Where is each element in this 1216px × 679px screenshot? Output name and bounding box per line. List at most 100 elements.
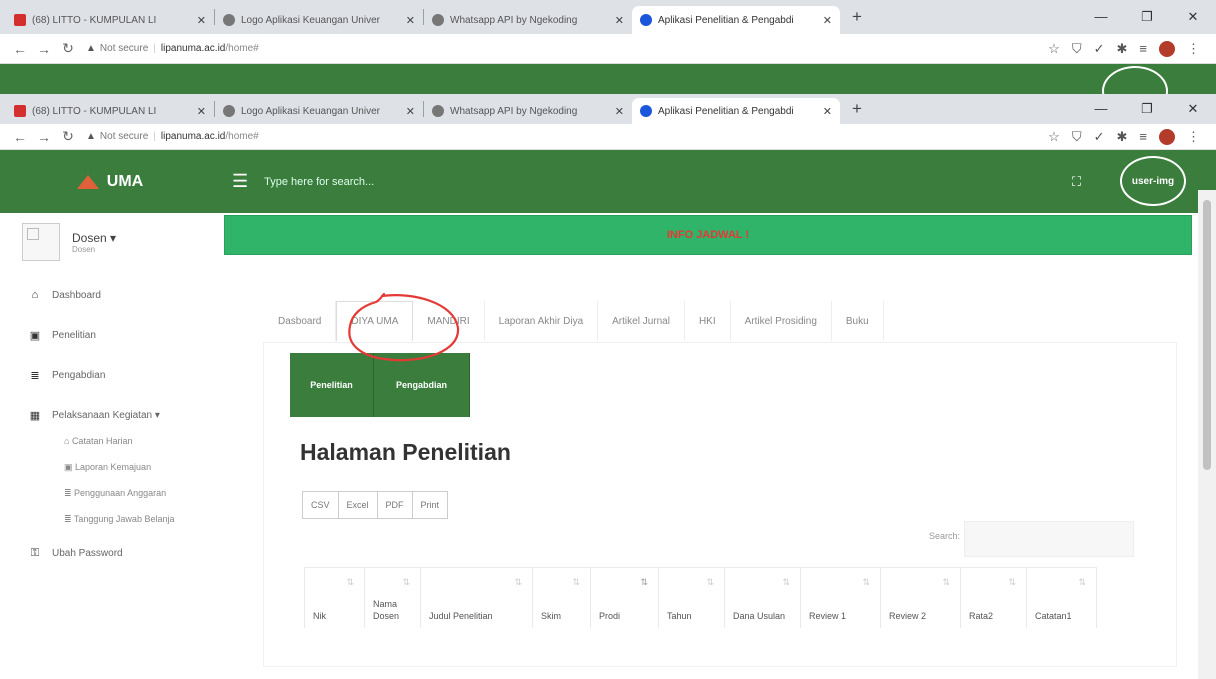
column-header[interactable]: ⇅ Prodi xyxy=(590,567,659,628)
close-window-icon[interactable]: ✕ xyxy=(1170,94,1216,124)
table-search-label: Search: xyxy=(928,531,960,541)
sidebar-item-penelitian[interactable]: ▣ Penelitian xyxy=(0,315,222,355)
new-tab-button[interactable]: + xyxy=(844,96,870,122)
close-window-icon[interactable]: ✕ xyxy=(1170,0,1216,34)
shield-icon[interactable]: ⛉ xyxy=(1072,129,1082,145)
url-field[interactable]: ▲ Not secure | lipanuma.ac.id/home# xyxy=(86,131,1048,142)
submenu-label: Laporan Kemajuan xyxy=(75,462,152,472)
penelitian-button[interactable]: Penelitian xyxy=(290,353,374,417)
fullscreen-icon[interactable]: ⛶ xyxy=(1072,174,1081,190)
menu-dots-icon[interactable]: ⋮ xyxy=(1187,129,1200,145)
sidebar-item-pelaksanaan[interactable]: ▦ Pelaksanaan Kegiatan ▾ xyxy=(0,395,222,435)
browser-tab-active[interactable]: Aplikasi Penelitian & Pengabdi ✕ xyxy=(632,98,840,124)
tab-artikel-jurnal[interactable]: Artikel Jurnal xyxy=(598,301,685,341)
user-block[interactable]: Dosen ▾ Dosen xyxy=(0,221,222,275)
browser-tab[interactable]: Whatsapp API by Ngekoding ✕ xyxy=(424,98,632,124)
back-icon[interactable]: ← xyxy=(8,129,32,145)
column-header[interactable]: ⇅ Nama Dosen xyxy=(364,567,421,628)
uma-logo-icon xyxy=(76,174,99,189)
puzzle-icon[interactable]: ✱ xyxy=(1117,41,1128,57)
browser-tab-active[interactable]: Aplikasi Penelitian & Pengabdi ✕ xyxy=(632,6,840,34)
column-header[interactable]: ⇅ Skim xyxy=(532,567,591,628)
pengabdian-button[interactable]: Pengabdian xyxy=(374,353,470,417)
extensions: ☆ ⛉ ✓ ✱ ≡ ⋮ xyxy=(1048,128,1200,145)
column-header[interactable]: ⇅ Judul Penelitian xyxy=(420,567,533,628)
shield-icon[interactable]: ⛉ xyxy=(1072,41,1082,57)
print-button[interactable]: Print xyxy=(413,492,448,518)
menu-dots-icon[interactable]: ⋮ xyxy=(1187,41,1200,57)
restore-icon[interactable]: ❐ xyxy=(1124,0,1170,34)
minimize-icon[interactable]: — xyxy=(1078,0,1124,34)
browser-tab-title: Logo Aplikasi Keuangan Univer xyxy=(241,14,380,26)
new-tab-button[interactable]: + xyxy=(844,4,870,30)
minimize-icon[interactable]: — xyxy=(1078,94,1124,124)
sidebar-item-dashboard[interactable]: ⌂ Dashboard xyxy=(0,275,222,315)
close-icon[interactable]: ✕ xyxy=(197,14,206,27)
column-header[interactable]: ⇅ Rata2 xyxy=(960,567,1027,628)
brand[interactable]: UMA xyxy=(0,173,220,191)
csv-button[interactable]: CSV xyxy=(303,492,339,518)
tab-dasboard[interactable]: Dasboard xyxy=(264,301,337,341)
check-icon[interactable]: ✓ xyxy=(1094,41,1105,57)
column-header[interactable]: ⇅ Tahun xyxy=(658,567,725,628)
column-header[interactable]: ⇅ Dana Usulan xyxy=(724,567,801,628)
tab-laporan-akhir[interactable]: Laporan Akhir Diya xyxy=(485,301,599,341)
browser-tab[interactable]: Logo Aplikasi Keuangan Univer ✕ xyxy=(215,98,423,124)
user-name[interactable]: Dosen ▾ xyxy=(72,231,116,245)
user-avatar[interactable]: user-img xyxy=(1120,156,1186,206)
submenu-item-catatan[interactable]: ⌂ Catatan Harian xyxy=(64,435,222,447)
excel-button[interactable]: Excel xyxy=(339,492,378,518)
tab-diya-uma[interactable]: DIYA UMA xyxy=(336,301,414,341)
forward-icon[interactable]: → xyxy=(32,129,56,145)
window-controls: — ❐ ✕ xyxy=(1078,0,1216,34)
close-icon[interactable]: ✕ xyxy=(197,105,206,118)
column-header[interactable]: ⇅ Catatan1 xyxy=(1026,567,1097,628)
scrollbar-thumb[interactable] xyxy=(1203,200,1211,470)
page-scrollbar[interactable] xyxy=(1198,190,1216,679)
playlist-icon[interactable]: ≡ xyxy=(1139,41,1147,56)
column-header[interactable]: ⇅ Review 2 xyxy=(880,567,961,628)
column-header[interactable]: ⇅ Nik xyxy=(304,567,365,628)
close-icon[interactable]: ✕ xyxy=(823,14,832,27)
profile-icon[interactable] xyxy=(1159,40,1175,57)
close-icon[interactable]: ✕ xyxy=(823,105,832,118)
star-icon[interactable]: ☆ xyxy=(1048,129,1060,145)
sidebar: Dosen ▾ Dosen ⌂ Dashboard ▣ Penelitian ≣… xyxy=(0,213,222,666)
playlist-icon[interactable]: ≡ xyxy=(1139,129,1147,144)
star-icon[interactable]: ☆ xyxy=(1048,41,1060,57)
browser-tab-title: (68) LITTO - KUMPULAN LI xyxy=(32,105,157,117)
close-icon[interactable]: ✕ xyxy=(406,105,415,118)
tab-mandiri[interactable]: MANDIRI xyxy=(413,301,485,341)
submenu-item-laporan[interactable]: ▣ Laporan Kemajuan xyxy=(64,461,222,473)
profile-icon[interactable] xyxy=(1159,128,1175,145)
globe-icon xyxy=(223,14,235,26)
key-icon: ⚿ xyxy=(30,546,40,559)
hamburger-menu-icon[interactable]: ☰ xyxy=(232,171,248,192)
close-icon[interactable]: ✕ xyxy=(615,14,624,27)
column-header[interactable]: ⇅ Review 1 xyxy=(800,567,881,628)
close-icon[interactable]: ✕ xyxy=(615,105,624,118)
forward-icon[interactable]: → xyxy=(32,41,56,57)
check-icon[interactable]: ✓ xyxy=(1094,129,1105,145)
pdf-button[interactable]: PDF xyxy=(378,492,413,518)
browser-tab[interactable]: (68) LITTO - KUMPULAN LI ✕ xyxy=(6,6,214,34)
browser-tab[interactable]: Whatsapp API by Ngekoding ✕ xyxy=(424,6,632,34)
close-icon[interactable]: ✕ xyxy=(406,14,415,27)
tab-artikel-prosiding[interactable]: Artikel Prosiding xyxy=(731,301,832,341)
sidebar-item-password[interactable]: ⚿ Ubah Password xyxy=(0,533,222,573)
puzzle-icon[interactable]: ✱ xyxy=(1117,129,1128,145)
browser-tab[interactable]: (68) LITTO - KUMPULAN LI ✕ xyxy=(6,98,214,124)
search-input[interactable] xyxy=(264,175,565,188)
url-field[interactable]: ▲ Not secure | lipanuma.ac.id/home# xyxy=(86,43,1048,54)
submenu-item-anggaran[interactable]: ≣ Penggunaan Anggaran xyxy=(64,487,222,499)
tab-hki[interactable]: HKI xyxy=(685,301,731,341)
reload-icon[interactable]: ↻ xyxy=(56,128,80,145)
restore-icon[interactable]: ❐ xyxy=(1124,94,1170,124)
tab-buku[interactable]: Buku xyxy=(832,301,884,341)
sidebar-item-pengabdian[interactable]: ≣ Pengabdian xyxy=(0,355,222,395)
browser-tab[interactable]: Logo Aplikasi Keuangan Univer ✕ xyxy=(215,6,423,34)
table-search-input[interactable] xyxy=(964,521,1134,557)
reload-icon[interactable]: ↻ xyxy=(56,40,80,57)
back-icon[interactable]: ← xyxy=(8,41,32,57)
submenu-item-belanja[interactable]: ≣ Tanggung Jawab Belanja xyxy=(64,513,222,525)
